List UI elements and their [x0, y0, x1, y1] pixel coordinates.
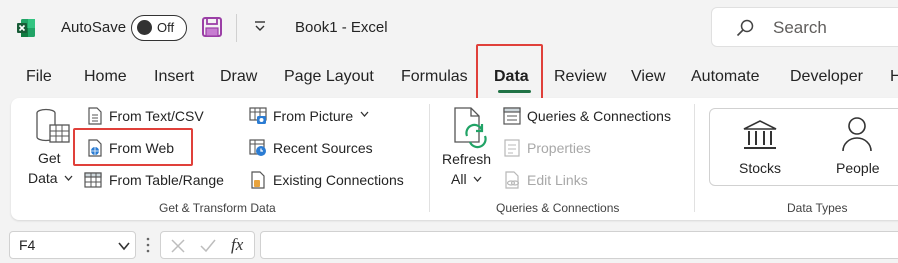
- from-table-range-button[interactable]: From Table/Range: [109, 172, 224, 188]
- group-separator-1: [429, 104, 430, 212]
- tab-draw[interactable]: Draw: [220, 68, 257, 86]
- save-icon[interactable]: [201, 16, 223, 38]
- tab-formulas[interactable]: Formulas: [401, 68, 468, 86]
- tab-review[interactable]: Review: [554, 68, 606, 86]
- tab-page-layout[interactable]: Page Layout: [284, 68, 374, 86]
- refresh-all-label-1[interactable]: Refresh: [442, 151, 491, 167]
- get-data-label-1[interactable]: Get: [38, 150, 61, 166]
- tab-file[interactable]: File: [26, 68, 52, 86]
- name-box[interactable]: F4: [9, 231, 136, 259]
- autosave-toggle[interactable]: Off: [131, 15, 187, 41]
- get-data-icon: [36, 108, 70, 143]
- search-box[interactable]: Search: [711, 7, 898, 47]
- refresh-all-label-2[interactable]: All: [451, 171, 467, 187]
- tab-data[interactable]: Data: [494, 68, 529, 86]
- existing-connections-button[interactable]: Existing Connections: [273, 172, 404, 188]
- toggle-knob: [137, 20, 152, 35]
- queries-connections-icon: [503, 107, 521, 125]
- refresh-all-icon: [454, 107, 487, 149]
- from-picture-button[interactable]: From Picture: [273, 108, 353, 124]
- from-picture-chevron-icon: [360, 111, 369, 117]
- search-placeholder: Search: [773, 18, 827, 37]
- insert-function-button[interactable]: fx: [231, 235, 243, 255]
- picture-icon: [249, 107, 267, 124]
- formula-controls: fx: [160, 231, 255, 259]
- get-transform-group-label: Get & Transform Data: [159, 201, 276, 215]
- data-types-group-label: Data Types: [787, 201, 848, 215]
- queries-connections-button[interactable]: Queries & Connections: [527, 108, 671, 124]
- edit-links-button[interactable]: Edit Links: [527, 172, 588, 188]
- recent-sources-icon: [249, 139, 266, 156]
- formula-input[interactable]: [260, 231, 898, 259]
- tab-automate[interactable]: Automate: [691, 68, 759, 86]
- tab-developer[interactable]: Developer: [790, 68, 863, 86]
- group-separator-2: [694, 104, 695, 212]
- existing-connections-icon: [251, 171, 265, 189]
- people-button[interactable]: People: [836, 160, 880, 176]
- name-box-value: F4: [19, 237, 36, 253]
- document-title: Book1 - Excel: [295, 19, 388, 36]
- title-bar: AutoSave Off Book1 - Excel Search: [0, 0, 898, 56]
- customize-toolbar-icon[interactable]: [254, 20, 266, 34]
- enter-icon[interactable]: [199, 238, 217, 254]
- excel-logo-icon: [17, 19, 35, 37]
- tab-help[interactable]: H: [890, 68, 898, 86]
- from-text-csv-button[interactable]: From Text/CSV: [109, 108, 204, 124]
- properties-icon: [504, 139, 520, 157]
- properties-button[interactable]: Properties: [527, 140, 591, 156]
- cancel-icon[interactable]: [170, 238, 186, 254]
- recent-sources-button[interactable]: Recent Sources: [273, 140, 373, 156]
- tab-insert[interactable]: Insert: [154, 68, 194, 86]
- name-box-chevron-icon[interactable]: [118, 241, 130, 251]
- table-range-icon: [84, 172, 102, 188]
- from-web-button[interactable]: From Web: [109, 140, 174, 156]
- edit-links-icon: [505, 171, 520, 189]
- formula-bar-grip-icon[interactable]: [146, 236, 150, 254]
- autosave-state: Off: [157, 20, 175, 35]
- titlebar-divider: [236, 14, 237, 42]
- tab-home[interactable]: Home: [84, 68, 127, 86]
- stocks-button[interactable]: Stocks: [739, 160, 781, 176]
- active-tab-indicator: [498, 90, 531, 93]
- get-data-chevron-icon: [64, 175, 73, 181]
- stocks-icon: [743, 120, 777, 149]
- tab-view[interactable]: View: [631, 68, 665, 86]
- get-data-label-2[interactable]: Data: [28, 170, 58, 186]
- search-icon: [736, 19, 754, 37]
- text-csv-icon: [88, 107, 102, 125]
- people-icon: [842, 117, 872, 152]
- autosave-label: AutoSave: [61, 19, 127, 36]
- refresh-chevron-icon: [473, 176, 482, 182]
- queries-group-label: Queries & Connections: [496, 201, 620, 215]
- web-icon: [88, 139, 102, 157]
